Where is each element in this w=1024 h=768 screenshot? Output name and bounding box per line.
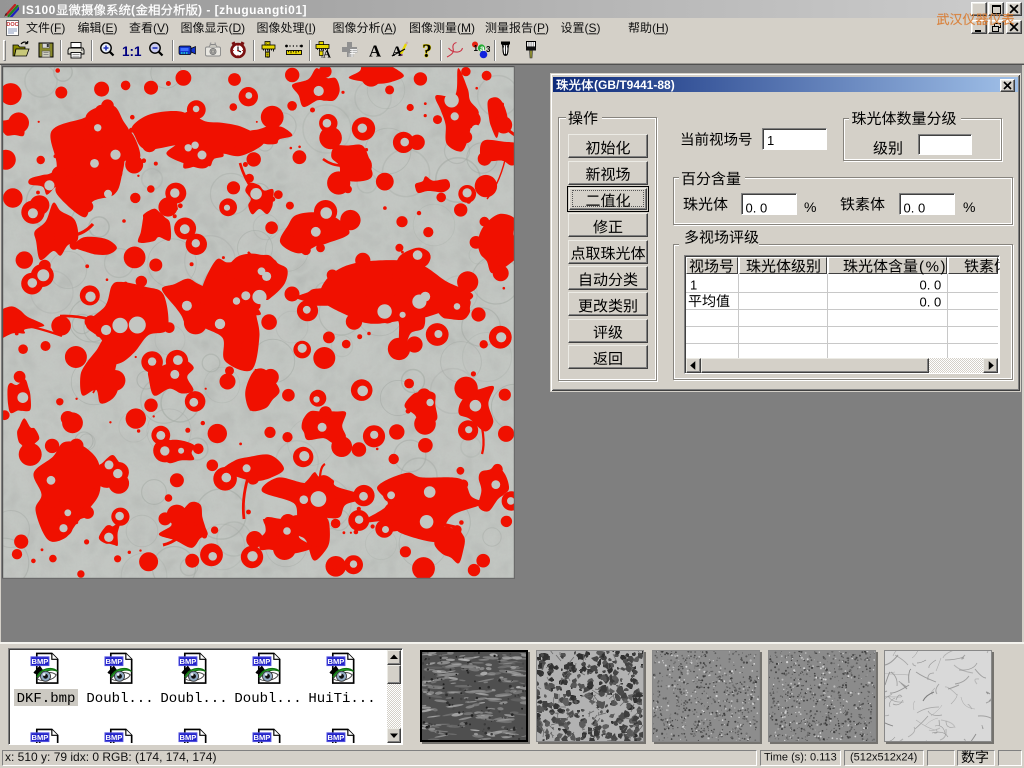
svg-text:A: A bbox=[323, 49, 331, 61]
svg-text:DOC: DOC bbox=[6, 22, 18, 28]
svg-text:A: A bbox=[369, 42, 382, 61]
svg-text:?: ? bbox=[422, 41, 432, 60]
svg-text:a: a bbox=[480, 44, 485, 53]
svg-text:3: 3 bbox=[486, 45, 490, 54]
svg-text:1: 1 bbox=[474, 44, 479, 53]
